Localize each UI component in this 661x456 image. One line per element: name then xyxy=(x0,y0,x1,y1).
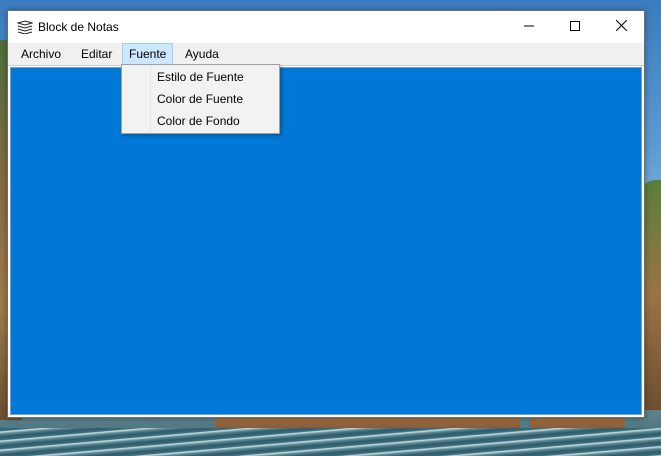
maximize-icon xyxy=(570,18,580,36)
menu-item-color-de-fondo[interactable]: Color de Fondo xyxy=(151,110,279,132)
menu-archivo[interactable]: Archivo xyxy=(15,43,67,65)
close-button[interactable] xyxy=(598,11,644,43)
notepad-window: Block de Notas Archivo Editar Fuente Ayu… xyxy=(7,10,645,418)
menu-item-color-de-fuente[interactable]: Color de Fuente xyxy=(151,88,279,110)
maximize-button[interactable] xyxy=(552,11,598,43)
close-icon xyxy=(615,18,627,36)
menu-ayuda[interactable]: Ayuda xyxy=(179,43,225,65)
minimize-button[interactable] xyxy=(506,11,552,43)
text-editor-area[interactable] xyxy=(10,67,642,415)
minimize-icon xyxy=(524,18,534,36)
menu-item-estilo-de-fuente[interactable]: Estilo de Fuente xyxy=(151,66,279,88)
title-bar[interactable]: Block de Notas xyxy=(8,11,644,43)
menu-editar[interactable]: Editar xyxy=(75,43,118,65)
menu-fuente[interactable]: Fuente xyxy=(122,43,174,65)
menu-bar: Archivo Editar Fuente Ayuda xyxy=(8,43,644,66)
dropdown-icon-gutter xyxy=(122,65,151,133)
window-title: Block de Notas xyxy=(38,20,119,34)
wallpaper-sea xyxy=(0,428,661,456)
notepad-icon xyxy=(16,20,34,35)
fuente-dropdown-menu: Estilo de Fuente Color de Fuente Color d… xyxy=(121,64,280,134)
